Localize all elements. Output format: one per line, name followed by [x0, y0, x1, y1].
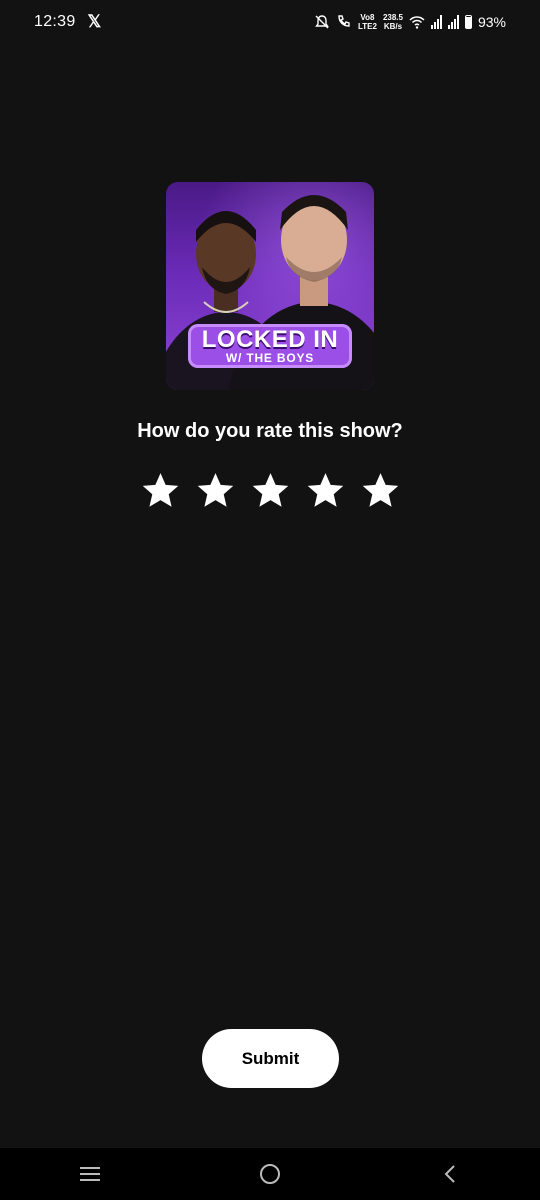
podcast-cover-art: LOCKED IN W/ THE BOYS	[166, 182, 374, 390]
star-3-icon[interactable]	[250, 470, 291, 511]
clock: 12:39	[34, 13, 76, 30]
status-bar: 12:39 𝕏 Vo8 LTE2 238.5 KB/s 93%	[0, 0, 540, 44]
speed-value: 238.5	[382, 13, 403, 22]
recents-icon	[80, 1167, 100, 1181]
network-speed: 238.5 KB/s	[383, 13, 403, 31]
signal-icon-1	[430, 15, 442, 29]
back-icon	[444, 1165, 455, 1183]
volte-indicator: Vo8 LTE2	[358, 13, 377, 31]
call-icon	[338, 15, 350, 27]
home-icon	[260, 1164, 280, 1184]
cover-title-sub: W/ THE BOYS	[225, 350, 315, 365]
home-button[interactable]	[240, 1148, 300, 1200]
status-left: 12:39 𝕏	[34, 12, 101, 32]
submit-button[interactable]: Submit	[202, 1029, 339, 1088]
status-right: Vo8 LTE2 238.5 KB/s 93%	[314, 13, 506, 31]
signal-icon-2	[447, 15, 459, 29]
star-rating	[0, 470, 540, 511]
wifi-icon	[409, 16, 425, 29]
volte-top: Vo8	[360, 13, 375, 22]
star-2-icon[interactable]	[195, 470, 236, 511]
rating-question: How do you rate this show?	[137, 420, 403, 442]
system-nav-bar	[0, 1148, 540, 1200]
battery-icon	[464, 15, 472, 29]
star-1-icon[interactable]	[140, 470, 181, 511]
star-4-icon[interactable]	[305, 470, 346, 511]
mute-bell-icon	[315, 15, 329, 29]
recents-button[interactable]	[60, 1148, 120, 1200]
cover-title-plate: LOCKED IN W/ THE BOYS	[188, 324, 352, 368]
battery-percent: 93%	[477, 14, 506, 30]
star-5-icon[interactable]	[360, 470, 401, 511]
speed-unit: KB/s	[383, 22, 403, 31]
back-button[interactable]	[420, 1148, 480, 1200]
volte-bottom: LTE2	[357, 22, 377, 31]
cover-title-main: LOCKED IN	[201, 325, 339, 353]
x-app-icon: 𝕏	[87, 12, 102, 31]
